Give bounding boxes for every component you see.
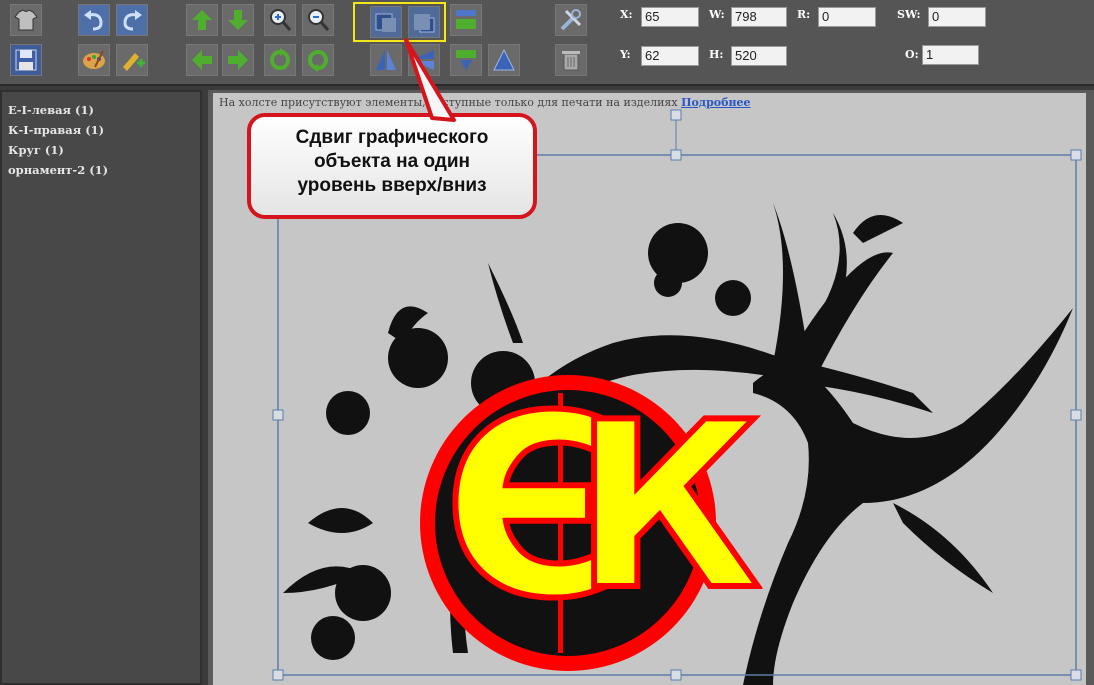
y-field[interactable]: 62 [641, 46, 699, 66]
w-field[interactable]: 798 [731, 7, 787, 27]
palette-icon[interactable] [78, 44, 110, 76]
layers-panel: Е-I-левая (1) К-I-правая (1) Круг (1) ор… [0, 90, 202, 685]
callout-pointer [404, 38, 456, 122]
move-down-icon[interactable] [222, 4, 254, 36]
undo-icon[interactable] [78, 4, 110, 36]
x-label: X: [620, 8, 633, 21]
tools-icon[interactable] [555, 4, 587, 36]
move-left-icon[interactable] [186, 44, 218, 76]
callout-line-2: объекта на один [313, 151, 471, 172]
monogram-right-letter[interactable]: К [570, 380, 764, 636]
r-field[interactable]: 0 [818, 7, 876, 27]
save-icon[interactable] [10, 44, 42, 76]
mirror-icon[interactable] [488, 44, 520, 76]
rotate-left-icon[interactable] [264, 44, 296, 76]
w-label: W: [709, 8, 725, 21]
r-label: R: [797, 8, 811, 21]
layer-item-ornament[interactable]: орнамент-2 (1) [2, 160, 200, 180]
layer-item-circle[interactable]: Круг (1) [2, 140, 200, 160]
o-label: O: [905, 48, 919, 61]
move-up-icon[interactable] [186, 4, 218, 36]
callout-line-1: Сдвиг графического [295, 127, 489, 148]
layer-item-e-left[interactable]: Е-I-левая (1) [2, 100, 200, 120]
redo-icon[interactable] [116, 4, 148, 36]
y-label: Y: [620, 48, 631, 61]
trash-icon[interactable] [555, 44, 587, 76]
o-field[interactable]: 1 [922, 45, 979, 65]
h-field[interactable]: 520 [731, 46, 787, 66]
zoom-out-icon[interactable] [302, 4, 334, 36]
monogram-left-letter[interactable]: Є [440, 380, 629, 636]
tooltip-callout: Сдвиг графического объекта на один урове… [246, 112, 538, 220]
h-label: H: [709, 48, 724, 61]
zoom-in-icon[interactable] [264, 4, 296, 36]
toolbar: X: 65 W: 798 R: 0 SW: 0 Y: 62 H: 520 O: … [0, 0, 1094, 86]
sw-label: SW: [897, 8, 921, 21]
move-right-icon[interactable] [222, 44, 254, 76]
add-text-icon[interactable] [116, 44, 148, 76]
x-field[interactable]: 65 [641, 7, 699, 27]
tshirt-icon[interactable] [10, 4, 42, 36]
rotate-right-icon[interactable] [302, 44, 334, 76]
sw-field[interactable]: 0 [928, 7, 986, 27]
callout-line-3: уровень вверх/вниз [297, 175, 487, 196]
layer-item-k-right[interactable]: К-I-правая (1) [2, 120, 200, 140]
